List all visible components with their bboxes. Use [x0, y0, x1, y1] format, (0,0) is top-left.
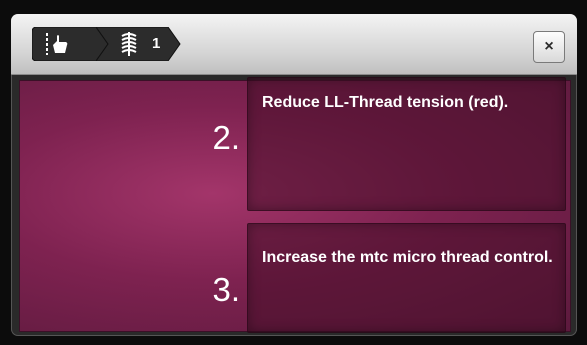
step-box: Increase the mtc micro thread control. — [247, 223, 566, 333]
breadcrumb: 1 — [32, 27, 182, 61]
step-number: 3. — [212, 271, 240, 308]
step-text: Increase the mtc micro thread control. — [262, 249, 553, 266]
step-box: Reduce LL-Thread tension (red). — [247, 77, 566, 211]
step-number: 2. — [212, 119, 240, 156]
breadcrumb-count: 1 — [152, 35, 161, 52]
breadcrumb-item-thread[interactable]: 1 — [96, 27, 182, 61]
close-button[interactable]: × — [533, 31, 565, 63]
step-text: Reduce LL-Thread tension (red). — [262, 94, 509, 111]
close-icon: × — [544, 38, 554, 55]
dialog-header: 1 × — [11, 14, 577, 75]
dialog-window: 1 × 2. Reduce LL-Thread tension (red). 3… — [11, 14, 577, 336]
instructions-panel: 2. Reduce LL-Thread tension (red). 3. In… — [19, 77, 571, 333]
